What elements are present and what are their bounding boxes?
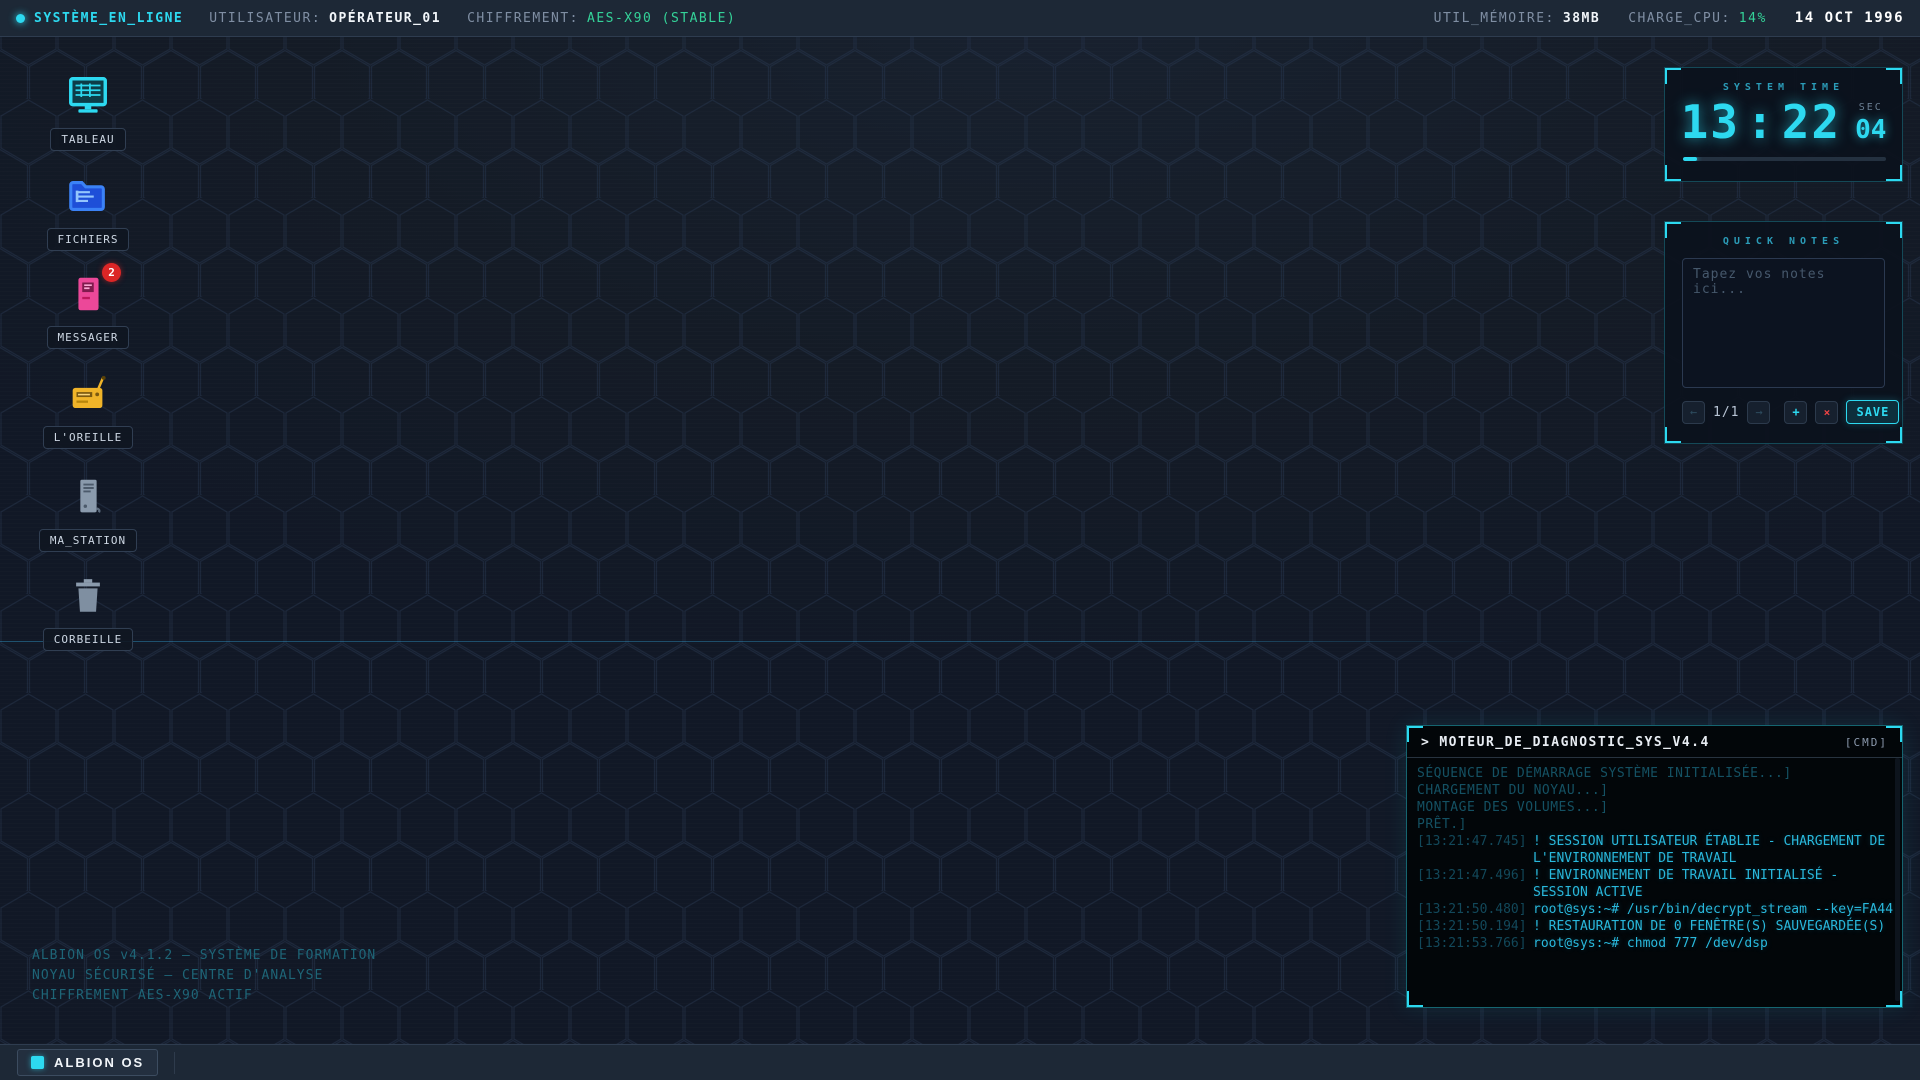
top-status-bar: SYSTÈME_EN_LIGNE UTILISATEUR: OPÉRATEUR_…: [0, 0, 1920, 37]
terminal-log-line: [13:21:50.480] root@sys:~# /usr/bin/decr…: [1417, 901, 1896, 918]
unread-count-badge: 2: [102, 263, 121, 282]
terminal-boot-line: MONTAGE DES VOLUMES...]: [1417, 799, 1896, 816]
status-right-group: UTIL_MÉMOIRE: 38MB CHARGE_CPU: 14% 14 OC…: [1434, 10, 1904, 26]
system-time-widget: SYSTEM TIME 13 : 22 SEC 04: [1664, 67, 1903, 182]
terminal-boot-line: PRÊT.]: [1417, 816, 1896, 833]
notes-input[interactable]: [1682, 258, 1885, 388]
log-timestamp: [13:21:53.766]: [1417, 935, 1533, 952]
log-message: ! SESSION UTILISATEUR ÉTABLIE - CHARGEME…: [1533, 833, 1896, 867]
desktop-icon-label: L'OREILLE: [43, 426, 134, 449]
desktop-icon-label: TABLEAU: [50, 128, 125, 151]
online-led-icon: [16, 14, 25, 23]
log-timestamp: [13:21:47.745]: [1417, 833, 1533, 850]
clock-seconds-block: SEC 04: [1855, 103, 1886, 143]
clock-display: 13 : 22 SEC 04: [1683, 99, 1884, 145]
notes-save-button[interactable]: SAVE: [1846, 400, 1899, 424]
prompt-icon: >: [1421, 735, 1430, 750]
desktop-icon-messager[interactable]: 2 MESSAGER: [44, 271, 132, 349]
notes-title: QUICK NOTES: [1682, 236, 1885, 247]
cpu-stat: CHARGE_CPU: 14%: [1628, 11, 1767, 26]
log-timestamp: [13:21:50.194]: [1417, 918, 1533, 935]
system-info-line: CHIFFREMENT AES-X90 ACTIF: [32, 986, 376, 1006]
desktop-icon-tableau[interactable]: TABLEAU: [44, 73, 132, 151]
clock-minutes: 22: [1782, 99, 1841, 145]
log-message: ! RESTAURATION DE 0 FENÊTRE(S) SAUVEGARD…: [1533, 918, 1896, 935]
notes-prev-button[interactable]: ←: [1682, 401, 1705, 424]
system-info-line: ALBION OS v4.1.2 – SYSTÈME DE FORMATION: [32, 946, 376, 966]
terminal-title: > MOTEUR_DE_DIAGNOSTIC_SYS_V4.4: [1421, 735, 1710, 750]
cpu-label: CHARGE_CPU:: [1628, 11, 1731, 26]
desktop-accent-line: [0, 641, 1520, 642]
start-button[interactable]: ALBION OS: [17, 1049, 158, 1076]
start-button-label: ALBION OS: [54, 1055, 144, 1070]
desktop-icon-label: FICHIERS: [47, 228, 130, 251]
diagnostic-terminal-window: > MOTEUR_DE_DIAGNOSTIC_SYS_V4.4 [CMD] SÉ…: [1406, 725, 1903, 1008]
terminal-log-line: [13:21:50.194] ! RESTAURATION DE 0 FENÊT…: [1417, 918, 1896, 935]
terminal-log-line: [13:21:47.745] ! SESSION UTILISATEUR ÉTA…: [1417, 833, 1896, 867]
folder-icon: [65, 173, 111, 219]
cipher-value: AES-X90 (STABLE): [587, 11, 736, 26]
system-info-line: NOYAU SÉCURISÉ – CENTRE D'ANALYSE: [32, 966, 376, 986]
desktop-icon-fichiers[interactable]: FICHIERS: [44, 173, 132, 251]
seconds-value: 04: [1855, 117, 1886, 143]
monitor-icon: [65, 73, 111, 119]
terminal-output[interactable]: SÉQUENCE DE DÉMARRAGE SYSTÈME INITIALISÉ…: [1407, 758, 1902, 1001]
system-date: 14 OCT 1996: [1795, 10, 1904, 26]
desktop-icon-label: MESSAGER: [47, 326, 130, 349]
system-online-indicator: SYSTÈME_EN_LIGNE: [16, 11, 183, 26]
desktop-icon-station[interactable]: MA_STATION: [44, 474, 132, 552]
memory-label: UTIL_MÉMOIRE:: [1434, 11, 1555, 26]
cipher-stat: CHIFFREMENT: AES-X90 (STABLE): [467, 11, 736, 26]
seconds-label: SEC: [1859, 103, 1883, 113]
notes-next-button[interactable]: →: [1747, 401, 1770, 424]
log-timestamp: [13:21:47.496]: [1417, 867, 1533, 884]
seconds-progress-fill: [1683, 157, 1697, 161]
terminal-titlebar: > MOTEUR_DE_DIAGNOSTIC_SYS_V4.4 [CMD]: [1407, 726, 1902, 758]
desktop-icon-corbeille[interactable]: CORBEILLE: [44, 573, 132, 651]
log-message: ! ENVIRONNEMENT DE TRAVAIL INITIALISÉ - …: [1533, 867, 1896, 901]
notes-add-button[interactable]: +: [1784, 401, 1807, 424]
notes-controls: ← 1/1 → + × SAVE: [1682, 400, 1885, 424]
status-left-group: SYSTÈME_EN_LIGNE UTILISATEUR: OPÉRATEUR_…: [16, 11, 736, 26]
terminal-boot-line: CHARGEMENT DU NOYAU...]: [1417, 782, 1896, 799]
clock-title: SYSTEM TIME: [1683, 82, 1884, 93]
memory-value: 38MB: [1563, 11, 1600, 26]
terminal-cmd-badge: [CMD]: [1845, 736, 1888, 749]
notes-delete-button[interactable]: ×: [1815, 401, 1838, 424]
terminal-log-line: [13:21:47.496] ! ENVIRONNEMENT DE TRAVAI…: [1417, 867, 1896, 901]
system-info-text: ALBION OS v4.1.2 – SYSTÈME DE FORMATION …: [32, 946, 376, 1006]
user-value: OPÉRATEUR_01: [329, 11, 441, 26]
clock-hours: 13: [1681, 99, 1740, 145]
quick-notes-widget: QUICK NOTES ← 1/1 → + × SAVE: [1664, 221, 1903, 444]
pager-icon: 2: [65, 271, 111, 317]
tower-icon: [65, 474, 111, 520]
log-message: root@sys:~# chmod 777 /dev/dsp: [1533, 935, 1896, 952]
taskbar-divider: [174, 1052, 175, 1074]
log-message: root@sys:~# /usr/bin/decrypt_stream --ke…: [1533, 901, 1896, 918]
user-label: UTILISATEUR:: [209, 11, 321, 26]
terminal-scrollbar[interactable]: [1895, 758, 1900, 1001]
user-stat: UTILISATEUR: OPÉRATEUR_01: [209, 11, 441, 26]
terminal-boot-line: SÉQUENCE DE DÉMARRAGE SYSTÈME INITIALISÉ…: [1417, 765, 1896, 782]
trash-icon: [65, 573, 111, 619]
radio-icon: [65, 371, 111, 417]
log-timestamp: [13:21:50.480]: [1417, 901, 1533, 918]
desktop-icon-label: CORBEILLE: [43, 628, 134, 651]
taskbar: ALBION OS: [0, 1044, 1920, 1080]
seconds-progress-track: [1683, 157, 1886, 161]
clock-hhmm: 13 : 22: [1681, 99, 1841, 145]
desktop-icon-oreille[interactable]: L'OREILLE: [44, 371, 132, 449]
cpu-value: 14%: [1739, 11, 1767, 26]
clock-colon: :: [1746, 99, 1776, 145]
desktop-icon-label: MA_STATION: [39, 529, 137, 552]
terminal-title-text: MOTEUR_DE_DIAGNOSTIC_SYS_V4.4: [1439, 735, 1709, 750]
cipher-label: CHIFFREMENT:: [467, 11, 579, 26]
terminal-log-line: [13:21:53.766] root@sys:~# chmod 777 /de…: [1417, 935, 1896, 952]
system-online-label: SYSTÈME_EN_LIGNE: [34, 11, 183, 26]
memory-stat: UTIL_MÉMOIRE: 38MB: [1434, 11, 1601, 26]
notes-page-indicator: 1/1: [1713, 405, 1739, 420]
albion-logo-icon: [31, 1056, 44, 1069]
